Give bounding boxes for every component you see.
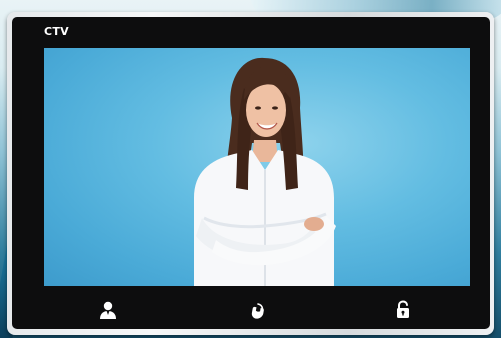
brand-logo: CTV [44, 25, 69, 38]
visitor-image [194, 57, 336, 286]
unlock-button[interactable] [390, 297, 416, 323]
user-icon [100, 301, 116, 319]
contacts-button[interactable] [95, 297, 121, 323]
video-screen [44, 48, 470, 286]
unlock-icon [397, 300, 409, 318]
handset-icon [251, 303, 264, 319]
call-button[interactable] [243, 297, 269, 323]
